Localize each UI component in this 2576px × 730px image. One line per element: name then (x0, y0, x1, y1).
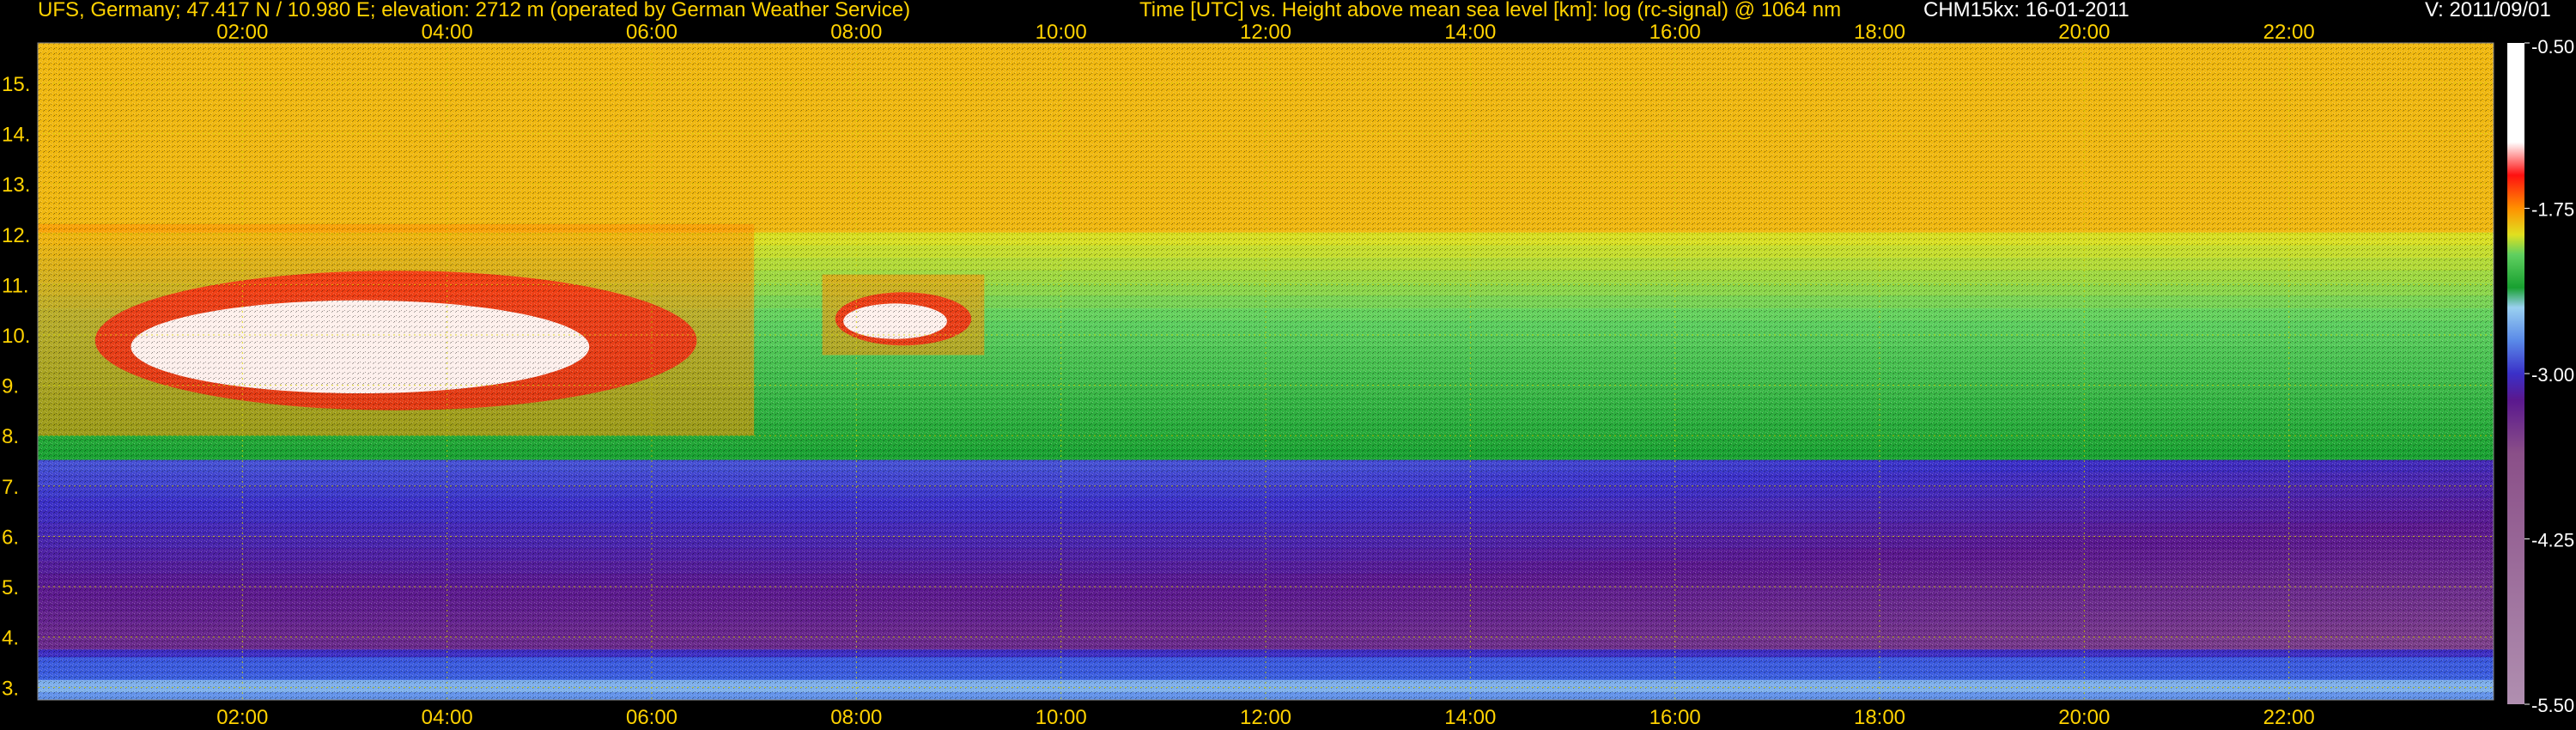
heatmap-svg: 02:0002:0004:0004:0006:0006:0008:0008:00… (2, 21, 2574, 729)
ceilometer-plot: UFS, Germany; 47.417 N / 10.980 E; eleva… (0, 0, 2576, 730)
